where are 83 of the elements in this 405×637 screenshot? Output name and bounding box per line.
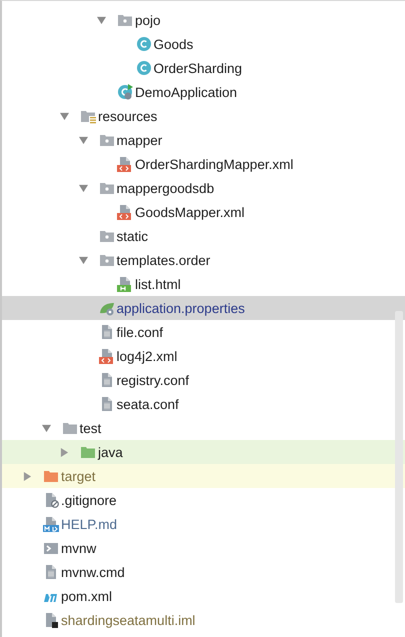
tree-item-label: test xyxy=(80,420,102,436)
tree-item-label: pojo xyxy=(135,12,161,28)
tree-item-label: mvnw xyxy=(61,540,96,556)
tree-row[interactable]: mappergoodsdb xyxy=(2,176,405,200)
tree-item-label: static xyxy=(116,228,148,244)
class-icon xyxy=(136,36,152,52)
tree-row[interactable]: list.html xyxy=(2,272,405,296)
leaf-icon xyxy=(98,300,114,316)
tree-row[interactable]: static xyxy=(2,224,405,248)
tree-row[interactable]: OrderSharding xyxy=(2,56,405,80)
tree-row[interactable]: resources xyxy=(2,104,405,128)
tree-row[interactable]: log4j2.xml xyxy=(2,344,405,368)
tree-item-label: seata.conf xyxy=(116,396,179,412)
tree-row[interactable]: pojo xyxy=(2,8,405,32)
tree-item-label: OrderSharding xyxy=(154,60,242,76)
tree-item-label: HELP.md xyxy=(61,516,118,532)
package-folder-icon xyxy=(117,12,133,28)
tree-item-label: mappergoodsdb xyxy=(116,180,214,196)
tree-row[interactable]: mvnw xyxy=(2,536,405,560)
run-class-icon xyxy=(117,84,133,100)
terminal-icon xyxy=(43,540,59,556)
tree-item-label: list.html xyxy=(135,276,181,292)
collapse-arrow-icon[interactable] xyxy=(42,424,50,432)
collapse-arrow-icon[interactable] xyxy=(97,16,106,24)
expand-arrow-icon[interactable] xyxy=(60,448,69,456)
xml-file-icon xyxy=(117,156,133,172)
tree-row[interactable]: file.conf xyxy=(2,320,405,344)
folder-icon xyxy=(62,420,78,436)
collapse-arrow-icon[interactable] xyxy=(78,136,88,144)
resources-folder-icon xyxy=(80,108,96,124)
folder-icon xyxy=(43,468,59,484)
tree-row[interactable]: Goods xyxy=(2,32,405,56)
package-folder-icon xyxy=(98,180,114,196)
tree-item-label: application.properties xyxy=(116,300,245,316)
tree-item-label: mapper xyxy=(116,132,162,148)
html-file-icon xyxy=(117,276,133,292)
tree-row[interactable]: target xyxy=(2,464,405,488)
tree-item-label: file.conf xyxy=(116,324,164,340)
tree-item-label: mvnw.cmd xyxy=(61,564,125,580)
tree-item-label: Goods xyxy=(154,36,194,52)
markdown-file-icon xyxy=(43,516,59,532)
tree-row[interactable]: registry.conf xyxy=(2,368,405,392)
tree-item-label: resources xyxy=(98,108,158,124)
tree-item-label: DemoApplication xyxy=(135,84,238,100)
class-icon xyxy=(136,60,152,76)
text-file-icon xyxy=(43,564,59,580)
package-folder-icon xyxy=(98,132,114,148)
package-folder-icon xyxy=(98,252,114,268)
scrollbar[interactable] xyxy=(395,311,403,603)
tree-item-label: OrderShardingMapper.xml xyxy=(135,156,294,172)
tree-row[interactable]: java xyxy=(2,440,405,464)
collapse-arrow-icon[interactable] xyxy=(78,256,88,264)
tree-row[interactable]: test xyxy=(2,416,405,440)
package-folder-icon xyxy=(98,228,114,244)
tree-item-label: registry.conf xyxy=(116,372,190,388)
tree-row[interactable]: shardingseatamulti.iml xyxy=(2,608,405,632)
tree-row[interactable]: mvnw.cmd xyxy=(2,560,405,584)
tree-item-label: shardingseatamulti.iml xyxy=(61,612,196,628)
tree-row[interactable]: HELP.md xyxy=(2,512,405,536)
xml-file-icon xyxy=(98,348,114,364)
tree-item-label: templates.order xyxy=(116,252,210,268)
tree-row[interactable]: DemoApplication xyxy=(2,80,405,104)
tree-item-label: GoodsMapper.xml xyxy=(135,204,245,220)
tree-item-label: .gitignore xyxy=(61,492,117,508)
folder-icon xyxy=(80,444,96,460)
module-file-icon xyxy=(43,612,59,628)
tree-row[interactable]: .gitignore xyxy=(2,488,405,512)
tree-item-label: pom.xml xyxy=(61,588,112,604)
expand-arrow-icon[interactable] xyxy=(23,472,32,480)
tree-row[interactable]: GoodsMapper.xml xyxy=(2,200,405,224)
tree-row[interactable]: pom.xml xyxy=(2,584,405,608)
tree-item-label: java xyxy=(98,444,123,460)
collapse-arrow-icon[interactable] xyxy=(78,184,88,192)
tree-row[interactable]: application.properties xyxy=(2,296,405,320)
tree-row[interactable]: OrderShardingMapper.xml xyxy=(2,152,405,176)
tree-item-label: target xyxy=(61,468,96,484)
tree-row[interactable]: mapper xyxy=(2,128,405,152)
xml-file-icon xyxy=(117,204,133,220)
collapse-arrow-icon[interactable] xyxy=(60,112,69,120)
tree-row[interactable]: seata.conf xyxy=(2,392,405,416)
tree-row[interactable]: templates.order xyxy=(2,248,405,272)
ignore-file-icon xyxy=(43,492,59,508)
tree-item-label: log4j2.xml xyxy=(116,348,178,364)
